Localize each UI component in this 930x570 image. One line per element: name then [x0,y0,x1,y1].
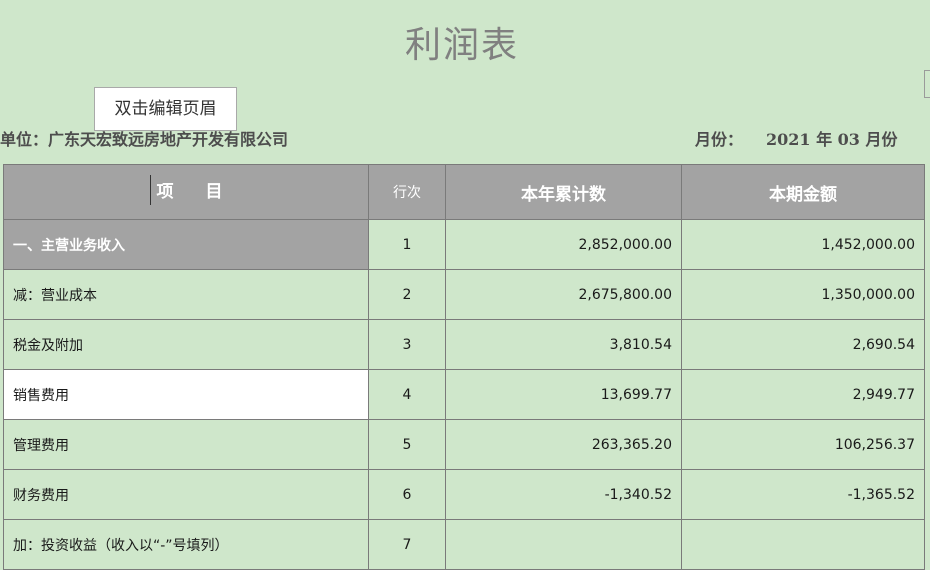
row-period-cell[interactable]: 106,256.37 [681,419,925,470]
row-line-cell[interactable]: 7 [368,519,446,570]
row-item-cell[interactable]: 税金及附加 [3,319,369,370]
spreadsheet-page: 利润表 双击编辑页眉 单位：广东天宏致远房地产开发有限公司 月份： 2021 年… [0,0,930,570]
table-row: 财务费用 6 -1,340.52 -1,365.52 [3,469,925,520]
row-period-cell[interactable]: -1,365.52 [681,469,925,520]
column-header-ytd[interactable]: 本年累计数 [445,164,682,220]
row-item-cell-selected[interactable]: 销售费用 [3,369,369,420]
income-statement-table: 项 目 行次 本年累计数 本期金额 一、主营业务收入 1 2,852,000.0… [3,164,925,570]
row-line-cell[interactable]: 2 [368,269,446,320]
table-row: 加：投资收益（收入以“-”号填列） 7 [3,519,925,570]
column-header-item[interactable]: 项 目 [3,164,369,220]
month-label: 月份： [695,130,744,149]
row-ytd-cell[interactable] [445,519,682,570]
row-period-cell[interactable]: 1,452,000.00 [681,219,925,270]
table-row: 销售费用 4 13,699.77 2,949.77 [3,369,925,420]
text-cursor [149,174,151,205]
row-ytd-cell[interactable]: 13,699.77 [445,369,682,420]
row-line-cell[interactable]: 1 [368,219,446,270]
report-title: 利润表 [404,25,519,66]
row-item-cell[interactable]: 财务费用 [3,469,369,520]
table-header-row: 项 目 行次 本年累计数 本期金额 [3,164,925,220]
row-item-cell[interactable]: 一、主营业务收入 [3,219,369,270]
column-header-period[interactable]: 本期金额 [681,164,925,220]
table-row: 减：营业成本 2 2,675,800.00 1,350,000.00 [3,269,925,320]
table-row: 一、主营业务收入 1 2,852,000.00 1,452,000.00 [3,219,925,270]
row-ytd-cell[interactable]: 2,852,000.00 [445,219,682,270]
row-line-cell[interactable]: 3 [368,319,446,370]
row-period-cell[interactable]: 2,690.54 [681,319,925,370]
row-item-cell[interactable]: 管理费用 [3,419,369,470]
edit-header-tooltip[interactable]: 双击编辑页眉 [94,87,237,131]
row-period-cell[interactable]: 2,949.77 [681,369,925,420]
row-ytd-cell[interactable]: 2,675,800.00 [445,269,682,320]
column-header-item-right: 目 [205,182,223,202]
row-period-cell[interactable] [681,519,925,570]
sheet-edge-marker [924,70,930,98]
row-line-cell[interactable]: 4 [368,369,446,420]
row-item-cell[interactable]: 减：营业成本 [3,269,369,320]
column-header-item-left: 项 [156,182,174,202]
table-row: 管理费用 5 263,365.20 106,256.37 [3,419,925,470]
table-row: 税金及附加 3 3,810.54 2,690.54 [3,319,925,370]
row-line-cell[interactable]: 6 [368,469,446,520]
row-item-cell[interactable]: 加：投资收益（收入以“-”号填列） [3,519,369,570]
column-header-line[interactable]: 行次 [368,164,446,220]
row-ytd-cell[interactable]: -1,340.52 [445,469,682,520]
row-ytd-cell[interactable]: 263,365.20 [445,419,682,470]
month-value: 2021 年 03 月份 [766,130,898,149]
row-ytd-cell[interactable]: 3,810.54 [445,319,682,370]
row-period-cell[interactable]: 1,350,000.00 [681,269,925,320]
row-line-cell[interactable]: 5 [368,419,446,470]
company-unit-label: 单位：广东天宏致远房地产开发有限公司 [0,130,289,149]
